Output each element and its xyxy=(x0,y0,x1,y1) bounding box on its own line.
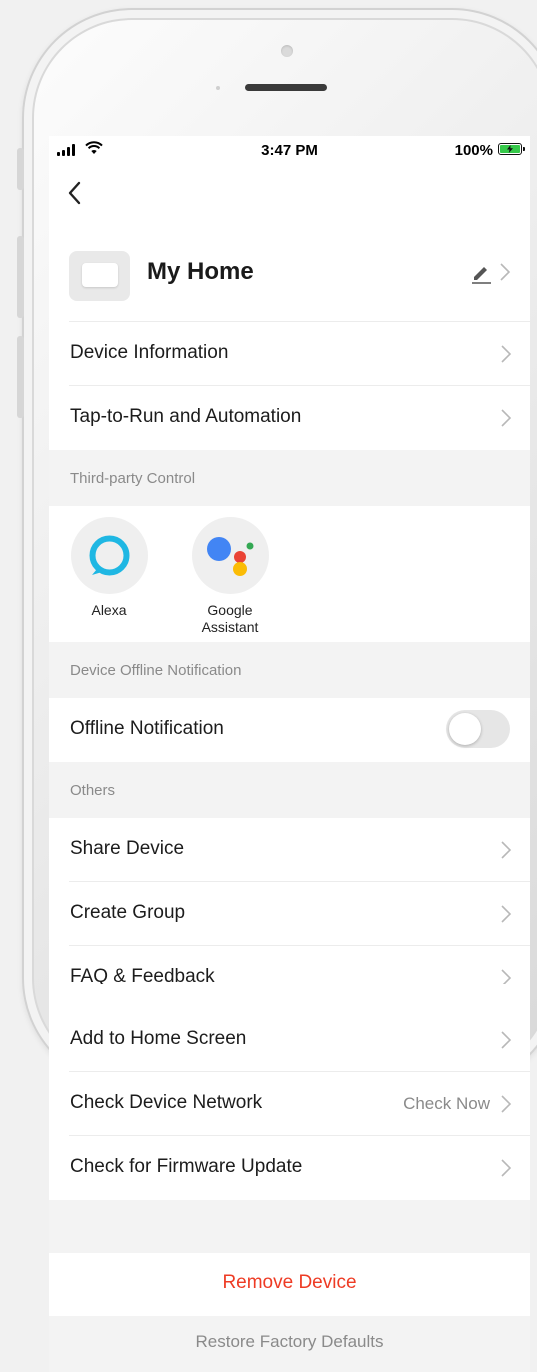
check-now-value: Check Now xyxy=(403,1094,490,1113)
row-label: Share Device xyxy=(70,838,185,859)
check-firmware-update-row[interactable]: Check for Firmware Update xyxy=(49,1136,530,1200)
section-header-label: Third-party Control xyxy=(70,470,196,487)
chevron-right-icon xyxy=(501,905,512,923)
phone-volume-down xyxy=(17,336,24,418)
device-name: My Home xyxy=(147,258,254,285)
chevron-right-icon xyxy=(501,1159,512,1177)
back-button[interactable] xyxy=(63,178,89,208)
faq-feedback-row[interactable]: FAQ & Feedback xyxy=(49,946,530,984)
phone-mute-switch xyxy=(17,148,24,190)
row-label: Check Device Network xyxy=(70,1092,263,1113)
chevron-right-icon xyxy=(500,263,511,281)
proximity-sensor xyxy=(216,86,220,90)
row-label: Device Information xyxy=(70,342,229,363)
create-group-row[interactable]: Create Group xyxy=(49,882,530,946)
share-device-row[interactable]: Share Device xyxy=(49,818,530,882)
chevron-right-icon xyxy=(501,345,512,363)
section-header-label: Others xyxy=(70,782,116,799)
chevron-right-icon xyxy=(501,1031,512,1049)
device-header[interactable]: My Home xyxy=(49,236,530,322)
tap-to-run-automation-row[interactable]: Tap-to-Run and Automation xyxy=(49,386,530,450)
row-label: Add to Home Screen xyxy=(70,1028,247,1049)
chevron-right-icon xyxy=(501,409,512,427)
third-party-control-header: Third-party Control xyxy=(49,450,530,506)
google-assistant-icon xyxy=(191,517,269,594)
google-assistant-label: Google Assistant xyxy=(201,602,259,635)
status-bar: 3:47 PM 100% xyxy=(49,136,530,166)
spacer-section xyxy=(49,1200,530,1253)
device-settings-screen: 3:47 PM 100% My Home Device Information xyxy=(49,136,530,1372)
alexa-label: Alexa xyxy=(91,602,127,618)
device-information-row[interactable]: Device Information xyxy=(49,322,530,386)
row-label: Offline Notification xyxy=(70,718,224,739)
row-label: Tap-to-Run and Automation xyxy=(70,406,302,427)
others-header: Others xyxy=(49,762,530,818)
chevron-right-icon xyxy=(501,1095,512,1113)
row-label: Check for Firmware Update xyxy=(70,1156,303,1177)
restore-factory-defaults-label: Restore Factory Defaults xyxy=(195,1332,384,1351)
chevron-right-icon xyxy=(501,841,512,859)
remove-device-label: Remove Device xyxy=(222,1272,357,1293)
battery-icon xyxy=(498,143,525,155)
alexa-integration[interactable]: Alexa xyxy=(59,517,159,619)
device-offline-notification-header: Device Offline Notification xyxy=(49,642,530,698)
row-label: FAQ & Feedback xyxy=(70,966,215,984)
front-camera xyxy=(281,45,293,57)
restore-factory-defaults-button[interactable]: Restore Factory Defaults xyxy=(49,1316,530,1372)
device-thumbnail xyxy=(69,251,130,301)
offline-notification-row: Offline Notification xyxy=(49,698,530,762)
google-assistant-integration[interactable]: Google Assistant xyxy=(180,517,280,636)
offline-notification-toggle[interactable] xyxy=(446,710,510,748)
section-header-label: Device Offline Notification xyxy=(70,662,242,679)
alexa-icon xyxy=(70,517,148,594)
remove-device-button[interactable]: Remove Device xyxy=(49,1253,530,1314)
charging-bolt-icon xyxy=(507,145,513,153)
edit-pencil-icon[interactable] xyxy=(469,260,493,284)
add-to-home-screen-row[interactable]: Add to Home Screen xyxy=(49,1008,530,1072)
battery-percentage: 100% xyxy=(454,142,493,159)
earpiece-speaker xyxy=(245,84,327,91)
row-label: Create Group xyxy=(70,902,186,923)
check-device-network-row[interactable]: Check Device Network Check Now xyxy=(49,1072,530,1136)
phone-volume-up xyxy=(17,236,24,318)
chevron-right-icon xyxy=(501,969,512,984)
